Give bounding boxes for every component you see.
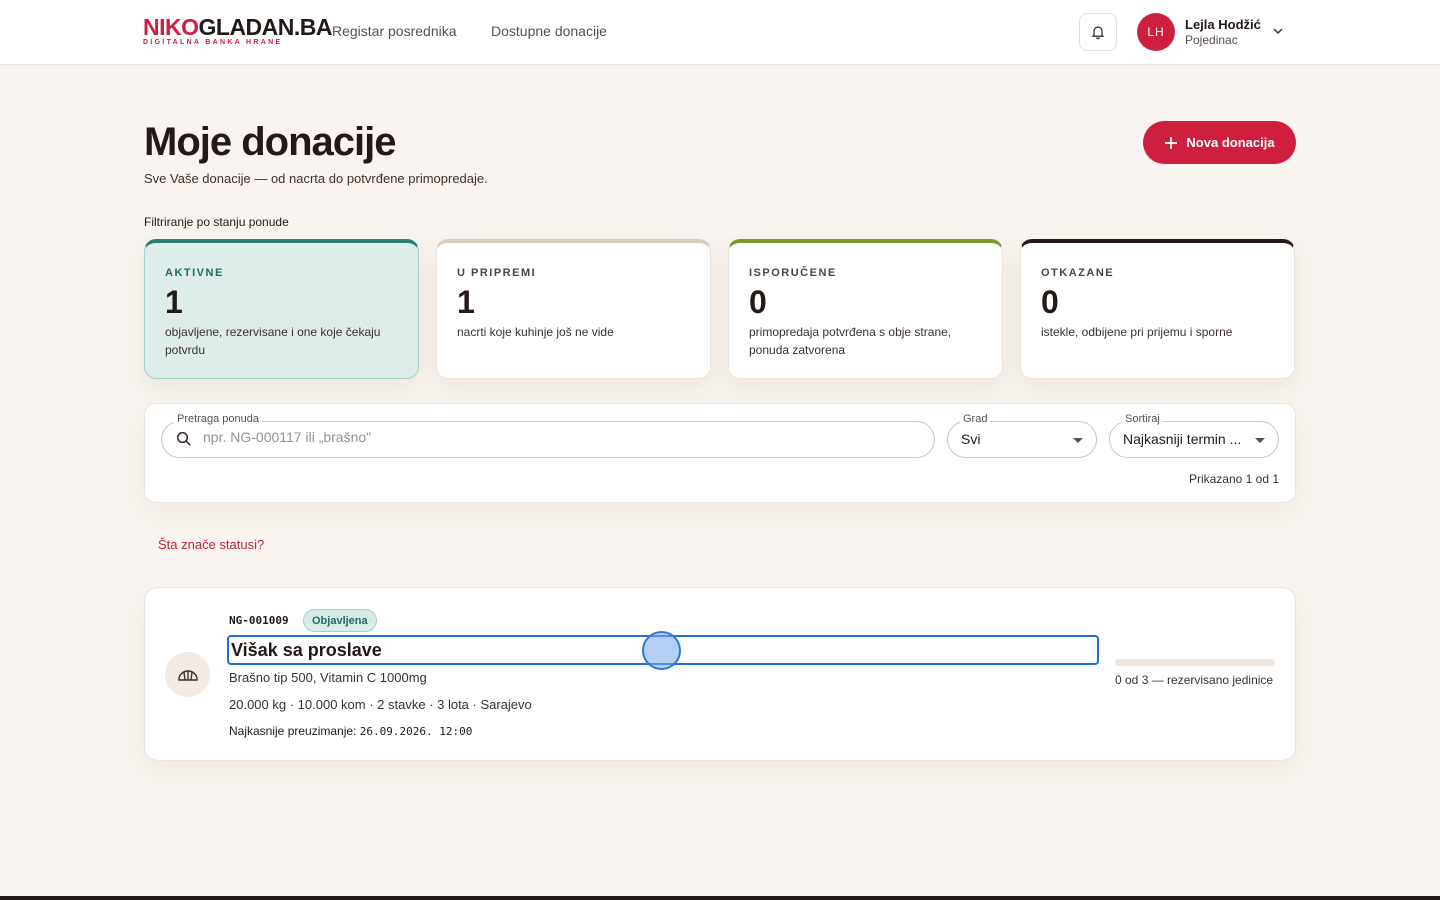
pickup-value: 26.09.2026. 12:00 <box>359 725 473 738</box>
city-select[interactable]: Grad Svi <box>947 413 1097 458</box>
plus-icon <box>1165 136 1178 149</box>
search-field[interactable]: Pretraga ponuda <box>161 413 935 458</box>
donation-meta: 20.000 kg · 10.000 kom · 2 stavke · 3 lo… <box>229 697 532 712</box>
filter-card-u-pripremi[interactable]: U PRIPREMI 1 nacrti koje kuhinje još ne … <box>436 239 711 379</box>
search-panel: Pretraga ponuda Grad Svi Sortiraj Najkas… <box>144 403 1296 503</box>
filter-card-label: OTKAZANE <box>1041 267 1115 279</box>
filter-card-label: ISPORUČENE <box>749 267 837 279</box>
search-icon <box>176 431 191 446</box>
caret-down-icon <box>1073 438 1083 443</box>
nav-link-dostupne-donacije[interactable]: Dostupne donacije <box>491 23 607 39</box>
donation-code: NG-001009 <box>229 614 289 627</box>
logo-text-part1: NIKO <box>143 14 199 40</box>
filter-card-description: nacrti koje kuhinje još ne vide <box>457 325 614 339</box>
status-help-link[interactable]: Šta znače statusi? <box>158 537 264 552</box>
top-navigation: NIKOGLADAN.BA DIGITALNA BANKA HRANE Regi… <box>0 0 1440 65</box>
city-select-label: Grad <box>960 413 991 425</box>
status-badge: Objavljena <box>303 609 377 632</box>
city-select-value: Svi <box>961 431 981 447</box>
chevron-down-icon[interactable] <box>1271 24 1285 38</box>
new-donation-button[interactable]: Nova donacija <box>1143 121 1296 164</box>
bell-icon <box>1091 26 1105 40</box>
cursor-indicator <box>642 631 681 670</box>
page-title: Moje donacije <box>144 120 396 164</box>
footer-edge <box>0 896 1440 900</box>
new-donation-label: Nova donacija <box>1186 135 1275 150</box>
notifications-button[interactable] <box>1079 13 1117 51</box>
brand-logo[interactable]: NIKOGLADAN.BA DIGITALNA BANKA HRANE <box>143 16 332 47</box>
filter-card-count: 0 <box>1041 284 1059 320</box>
search-input[interactable] <box>203 429 903 445</box>
user-name[interactable]: Lejla Hodžić <box>1185 17 1261 32</box>
search-field-label: Pretraga ponuda <box>174 413 262 425</box>
filter-card-description: primopredaja potvrđena s obje strane, po… <box>749 325 952 357</box>
filter-card-otkazane[interactable]: OTKAZANE 0 istekle, odbijene pri prijemu… <box>1020 239 1295 379</box>
filter-card-description: istekle, odbijene pri prijemu i sporne <box>1041 325 1233 339</box>
filter-card-count: 0 <box>749 284 767 320</box>
filter-card-aktivne[interactable]: AKTIVNE 1 objavljene, rezervisane i one … <box>144 239 419 379</box>
filter-heading: Filtriranje po stanju ponude <box>144 215 289 229</box>
page-subtitle: Sve Vaše donacije — od nacrta do potvrđe… <box>144 171 488 186</box>
donation-card[interactable]: NG-001009 Objavljena Višak sa proslave B… <box>144 587 1296 761</box>
user-role: Pojedinac <box>1185 33 1238 47</box>
filter-card-count: 1 <box>457 284 475 320</box>
donation-title[interactable]: Višak sa proslave <box>231 640 382 661</box>
filter-card-count: 1 <box>165 284 183 320</box>
logo-text-part2: GLADAN.BA <box>198 14 333 40</box>
pickup-deadline: Najkasnije preuzimanje: 26.09.2026. 12:0… <box>229 724 472 738</box>
pickup-label: Najkasnije preuzimanje: <box>229 724 357 738</box>
sort-select-label: Sortiraj <box>1122 413 1163 425</box>
bread-icon <box>165 652 210 697</box>
reservation-progress-text: 0 od 3 — rezervisano jedinice <box>1115 673 1274 687</box>
filter-card-description: objavljene, rezervisane i one koje čekaj… <box>165 325 381 357</box>
sort-select[interactable]: Sortiraj Najkasniji termin ... <box>1109 413 1279 458</box>
nav-link-registar-posrednika[interactable]: Registar posrednika <box>332 23 457 39</box>
donation-items: Brašno tip 500, Vitamin C 1000mg <box>229 670 427 685</box>
user-avatar[interactable]: LH <box>1137 13 1175 51</box>
filter-card-label: AKTIVNE <box>165 267 224 279</box>
filter-card-isporucene[interactable]: ISPORUČENE 0 primopredaja potvrđena s ob… <box>728 239 1003 379</box>
reservation-progress-bar <box>1115 659 1275 666</box>
filter-card-label: U PRIPREMI <box>457 267 537 279</box>
sort-select-value: Najkasniji termin ... <box>1123 431 1242 447</box>
caret-down-icon <box>1255 438 1265 443</box>
result-count: Prikazano 1 od 1 <box>1188 472 1279 486</box>
